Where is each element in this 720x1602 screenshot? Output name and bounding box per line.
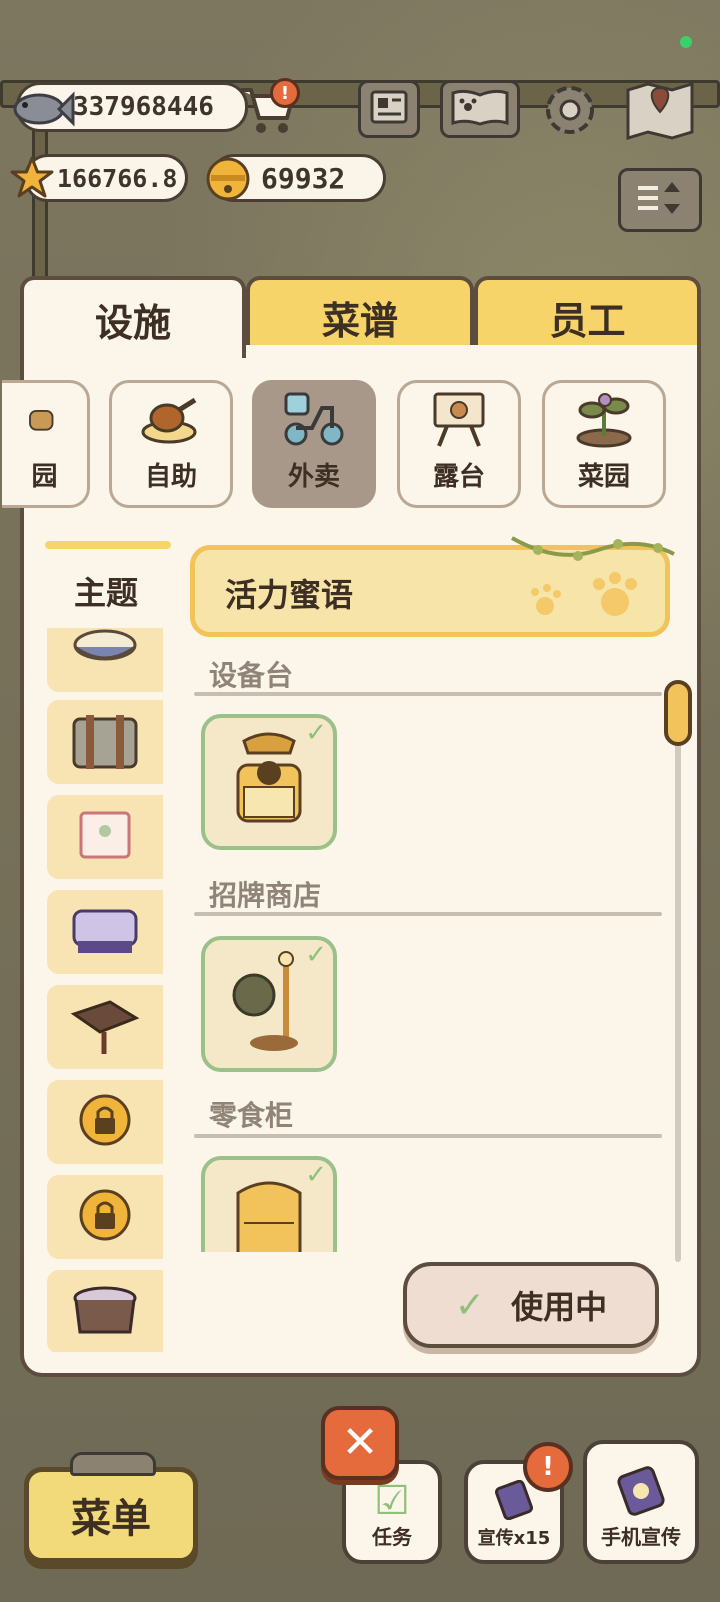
woven-basket-icon	[73, 1286, 137, 1334]
category-label: 外卖	[287, 462, 340, 492]
phone-promote-label: 手机宣传	[601, 1525, 681, 1549]
book-paw-icon	[450, 87, 510, 131]
close-icon: ✕	[341, 1417, 379, 1468]
section-divider	[194, 912, 662, 916]
tab-label: 员工	[549, 298, 626, 343]
sprout-icon	[576, 393, 632, 448]
category-garden-partial[interactable]: 园	[2, 380, 90, 508]
category-label: 园	[31, 462, 58, 492]
screen-icon	[433, 392, 485, 447]
sort-icon	[632, 178, 688, 222]
section-title: 设备台	[209, 659, 294, 692]
map-pin-icon[interactable]	[622, 76, 698, 142]
chicken-leg-icon	[141, 397, 197, 444]
tab-label: 菜谱	[321, 298, 398, 343]
equipped-check-icon: ✓	[305, 1160, 327, 1190]
item-card[interactable]: ✓	[201, 714, 337, 850]
star-value: 166766.8	[57, 163, 178, 193]
task-check-icon: ☑	[374, 1478, 410, 1524]
sidebar-accent-bar	[45, 541, 171, 549]
menu-label: 菜单	[71, 1496, 151, 1542]
tab-staff[interactable]: 员工	[474, 276, 701, 354]
category-vegetable-garden[interactable]: 菜园	[542, 380, 666, 508]
category-label: 露台	[432, 462, 485, 492]
sidebar-title: 主题	[73, 574, 138, 612]
menu-button[interactable]: 菜单	[24, 1467, 198, 1563]
gear-icon[interactable]	[538, 78, 602, 142]
close-button[interactable]: ✕	[321, 1406, 399, 1480]
promote-alert-badge-icon: !	[523, 1442, 573, 1492]
online-indicator-icon	[680, 36, 692, 48]
alert-badge-icon: !	[270, 78, 300, 108]
teapot-icon	[28, 409, 53, 431]
scooter-icon	[284, 392, 344, 446]
section-title: 零食柜	[209, 1099, 294, 1132]
section-divider	[194, 1134, 662, 1138]
flower-signpost-icon	[232, 951, 298, 1051]
bell-icon	[202, 152, 254, 204]
item-card[interactable]: ✓	[201, 936, 337, 1072]
scroll-track	[675, 690, 681, 1262]
section-title: 招牌商店	[209, 879, 322, 912]
clipboard-clip-icon	[70, 1452, 156, 1476]
section-divider	[194, 692, 662, 696]
category-delivery[interactable]: 外卖	[252, 380, 376, 508]
theme-item[interactable]	[47, 1270, 163, 1352]
sort-toggle-button[interactable]	[618, 168, 702, 232]
theme-banner-label: 活力蜜语	[225, 576, 354, 614]
item-card[interactable]: ✓	[201, 1156, 337, 1252]
bell-value: 69932	[261, 161, 346, 195]
tasks-label: 任务	[372, 1525, 412, 1549]
category-buffet[interactable]: 自助	[109, 380, 233, 508]
promo-card-icon	[492, 1479, 536, 1524]
newspaper-icon	[369, 89, 409, 129]
rotary-phone-icon	[236, 732, 302, 823]
in-use-button[interactable]: ✓ 使用中	[403, 1262, 659, 1348]
category-terrace[interactable]: 露台	[397, 380, 521, 508]
recipe-book-button[interactable]	[440, 80, 520, 138]
star-icon	[8, 154, 56, 202]
promote-label: 宣传x15	[477, 1528, 551, 1549]
newspaper-button[interactable]	[358, 80, 420, 138]
vine-decoration	[508, 530, 678, 574]
tab-recipes[interactable]: 菜谱	[246, 276, 474, 354]
phone-promote-button[interactable]: 手机宣传	[583, 1440, 699, 1564]
check-icon: ✓	[454, 1284, 486, 1326]
equipped-check-icon: ✓	[305, 718, 327, 748]
equipped-check-icon: ✓	[305, 940, 327, 970]
fish-icon	[8, 84, 78, 134]
snack-cabinet-icon	[236, 1181, 302, 1252]
in-use-label: 使用中	[511, 1288, 608, 1326]
scroll-thumb[interactable]	[664, 680, 692, 746]
item-list: 设备台 ✓ 招牌商店 ✓ 零食柜 ✓	[0, 640, 720, 1252]
category-label: 自助	[144, 462, 197, 492]
fish-value: 337968446	[73, 92, 214, 122]
tab-facilities[interactable]: 设施	[20, 276, 246, 358]
phone-promo-icon	[613, 1465, 669, 1521]
category-label: 菜园	[577, 462, 630, 492]
tab-label: 设施	[94, 300, 171, 345]
